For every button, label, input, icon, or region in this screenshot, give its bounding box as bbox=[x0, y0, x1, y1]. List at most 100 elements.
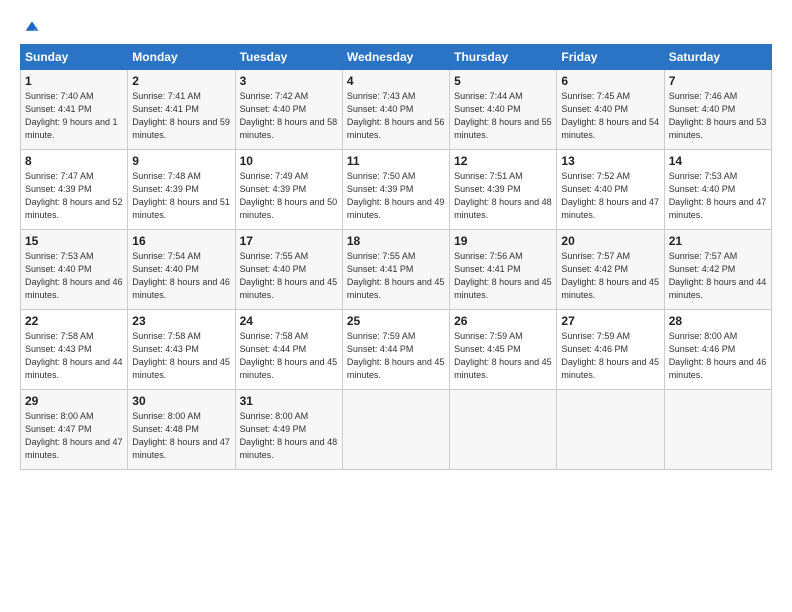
day-info: Sunrise: 7:41 AMSunset: 4:41 PMDaylight:… bbox=[132, 91, 230, 140]
day-number: 4 bbox=[347, 74, 445, 88]
day-info: Sunrise: 8:00 AMSunset: 4:49 PMDaylight:… bbox=[240, 411, 338, 460]
calendar-cell: 22 Sunrise: 7:58 AMSunset: 4:43 PMDayligh… bbox=[21, 310, 128, 390]
day-info: Sunrise: 8:00 AMSunset: 4:47 PMDaylight:… bbox=[25, 411, 123, 460]
day-number: 2 bbox=[132, 74, 230, 88]
calendar-cell: 4 Sunrise: 7:43 AMSunset: 4:40 PMDaylight… bbox=[342, 70, 449, 150]
day-info: Sunrise: 7:59 AMSunset: 4:45 PMDaylight:… bbox=[454, 331, 552, 380]
day-info: Sunrise: 7:48 AMSunset: 4:39 PMDaylight:… bbox=[132, 171, 230, 220]
calendar-cell: 14 Sunrise: 7:53 AMSunset: 4:40 PMDayligh… bbox=[664, 150, 771, 230]
day-info: Sunrise: 7:58 AMSunset: 4:43 PMDaylight:… bbox=[25, 331, 123, 380]
page: SundayMondayTuesdayWednesdayThursdayFrid… bbox=[0, 0, 792, 612]
day-number: 6 bbox=[561, 74, 659, 88]
day-info: Sunrise: 8:00 AMSunset: 4:48 PMDaylight:… bbox=[132, 411, 230, 460]
logo-icon bbox=[24, 18, 40, 34]
calendar-cell bbox=[342, 390, 449, 470]
day-info: Sunrise: 7:45 AMSunset: 4:40 PMDaylight:… bbox=[561, 91, 659, 140]
calendar-cell: 21Sunrise: 7:57 AMSunset: 4:42 PMDayligh… bbox=[664, 230, 771, 310]
weekday-header-thursday: Thursday bbox=[450, 45, 557, 70]
day-info: Sunrise: 7:52 AMSunset: 4:40 PMDaylight:… bbox=[561, 171, 659, 220]
logo bbox=[20, 18, 40, 34]
calendar-cell: 30 Sunrise: 8:00 AMSunset: 4:48 PMDayligh… bbox=[128, 390, 235, 470]
calendar-cell: 20 Sunrise: 7:57 AMSunset: 4:42 PMDayligh… bbox=[557, 230, 664, 310]
calendar-cell: 9 Sunrise: 7:48 AMSunset: 4:39 PMDaylight… bbox=[128, 150, 235, 230]
day-number: 9 bbox=[132, 154, 230, 168]
day-info: Sunrise: 8:00 AMSunset: 4:46 PMDaylight:… bbox=[669, 331, 767, 380]
day-number: 12 bbox=[454, 154, 552, 168]
calendar-cell: 2 Sunrise: 7:41 AMSunset: 4:41 PMDaylight… bbox=[128, 70, 235, 150]
calendar-cell: 31 Sunrise: 8:00 AMSunset: 4:49 PMDayligh… bbox=[235, 390, 342, 470]
calendar-cell: 1 Sunrise: 7:40 AMSunset: 4:41 PMDaylight… bbox=[21, 70, 128, 150]
calendar-cell: 19 Sunrise: 7:56 AMSunset: 4:41 PMDayligh… bbox=[450, 230, 557, 310]
calendar-table: SundayMondayTuesdayWednesdayThursdayFrid… bbox=[20, 44, 772, 470]
day-number: 19 bbox=[454, 234, 552, 248]
day-info: Sunrise: 7:55 AMSunset: 4:41 PMDaylight:… bbox=[347, 251, 445, 300]
day-number: 5 bbox=[454, 74, 552, 88]
calendar-week-row: 15 Sunrise: 7:53 AMSunset: 4:40 PMDayligh… bbox=[21, 230, 772, 310]
weekday-header-friday: Friday bbox=[557, 45, 664, 70]
day-number: 11 bbox=[347, 154, 445, 168]
calendar-cell bbox=[557, 390, 664, 470]
calendar-week-row: 1 Sunrise: 7:40 AMSunset: 4:41 PMDaylight… bbox=[21, 70, 772, 150]
day-info: Sunrise: 7:46 AMSunset: 4:40 PMDaylight:… bbox=[669, 91, 767, 140]
calendar-cell: 17 Sunrise: 7:55 AMSunset: 4:40 PMDayligh… bbox=[235, 230, 342, 310]
calendar-cell: 13 Sunrise: 7:52 AMSunset: 4:40 PMDayligh… bbox=[557, 150, 664, 230]
day-info: Sunrise: 7:57 AMSunset: 4:42 PMDaylight:… bbox=[561, 251, 659, 300]
day-info: Sunrise: 7:53 AMSunset: 4:40 PMDaylight:… bbox=[25, 251, 123, 300]
calendar-cell: 29 Sunrise: 8:00 AMSunset: 4:47 PMDayligh… bbox=[21, 390, 128, 470]
day-number: 13 bbox=[561, 154, 659, 168]
day-number: 3 bbox=[240, 74, 338, 88]
calendar-cell: 16 Sunrise: 7:54 AMSunset: 4:40 PMDayligh… bbox=[128, 230, 235, 310]
day-info: Sunrise: 7:47 AMSunset: 4:39 PMDaylight:… bbox=[25, 171, 123, 220]
day-number: 10 bbox=[240, 154, 338, 168]
day-number: 29 bbox=[25, 394, 123, 408]
calendar-cell bbox=[664, 390, 771, 470]
calendar-cell: 10 Sunrise: 7:49 AMSunset: 4:39 PMDayligh… bbox=[235, 150, 342, 230]
day-number: 24 bbox=[240, 314, 338, 328]
calendar-cell: 11 Sunrise: 7:50 AMSunset: 4:39 PMDayligh… bbox=[342, 150, 449, 230]
calendar-cell: 26 Sunrise: 7:59 AMSunset: 4:45 PMDayligh… bbox=[450, 310, 557, 390]
day-number: 20 bbox=[561, 234, 659, 248]
calendar-cell: 27Sunrise: 7:59 AMSunset: 4:46 PMDayligh… bbox=[557, 310, 664, 390]
day-info: Sunrise: 7:42 AMSunset: 4:40 PMDaylight:… bbox=[240, 91, 338, 140]
day-info: Sunrise: 7:53 AMSunset: 4:40 PMDaylight:… bbox=[669, 171, 767, 220]
day-info: Sunrise: 7:56 AMSunset: 4:41 PMDaylight:… bbox=[454, 251, 552, 300]
calendar-cell: 3 Sunrise: 7:42 AMSunset: 4:40 PMDaylight… bbox=[235, 70, 342, 150]
weekday-header-wednesday: Wednesday bbox=[342, 45, 449, 70]
day-info: Sunrise: 7:59 AMSunset: 4:44 PMDaylight:… bbox=[347, 331, 445, 380]
day-info: Sunrise: 7:57 AMSunset: 4:42 PMDaylight:… bbox=[669, 251, 767, 300]
calendar-week-row: 8 Sunrise: 7:47 AMSunset: 4:39 PMDaylight… bbox=[21, 150, 772, 230]
day-info: Sunrise: 7:59 AMSunset: 4:46 PMDaylight:… bbox=[561, 331, 659, 380]
day-info: Sunrise: 7:50 AMSunset: 4:39 PMDaylight:… bbox=[347, 171, 445, 220]
day-number: 26 bbox=[454, 314, 552, 328]
day-number: 28 bbox=[669, 314, 767, 328]
calendar-week-row: 22 Sunrise: 7:58 AMSunset: 4:43 PMDayligh… bbox=[21, 310, 772, 390]
weekday-header-tuesday: Tuesday bbox=[235, 45, 342, 70]
day-number: 8 bbox=[25, 154, 123, 168]
calendar-cell: 25Sunrise: 7:59 AMSunset: 4:44 PMDayligh… bbox=[342, 310, 449, 390]
weekday-header-monday: Monday bbox=[128, 45, 235, 70]
day-number: 31 bbox=[240, 394, 338, 408]
day-number: 18 bbox=[347, 234, 445, 248]
calendar-cell: 24 Sunrise: 7:58 AMSunset: 4:44 PMDayligh… bbox=[235, 310, 342, 390]
calendar-cell: 23Sunrise: 7:58 AMSunset: 4:43 PMDayligh… bbox=[128, 310, 235, 390]
calendar-cell: 5Sunrise: 7:44 AMSunset: 4:40 PMDaylight… bbox=[450, 70, 557, 150]
day-number: 15 bbox=[25, 234, 123, 248]
day-number: 17 bbox=[240, 234, 338, 248]
calendar-cell: 28 Sunrise: 8:00 AMSunset: 4:46 PMDayligh… bbox=[664, 310, 771, 390]
day-info: Sunrise: 7:58 AMSunset: 4:44 PMDaylight:… bbox=[240, 331, 338, 380]
day-info: Sunrise: 7:43 AMSunset: 4:40 PMDaylight:… bbox=[347, 91, 445, 140]
calendar-cell: 8 Sunrise: 7:47 AMSunset: 4:39 PMDaylight… bbox=[21, 150, 128, 230]
day-number: 14 bbox=[669, 154, 767, 168]
day-number: 16 bbox=[132, 234, 230, 248]
day-info: Sunrise: 7:49 AMSunset: 4:39 PMDaylight:… bbox=[240, 171, 338, 220]
day-number: 30 bbox=[132, 394, 230, 408]
calendar-cell: 12 Sunrise: 7:51 AMSunset: 4:39 PMDayligh… bbox=[450, 150, 557, 230]
weekday-header-sunday: Sunday bbox=[21, 45, 128, 70]
day-info: Sunrise: 7:54 AMSunset: 4:40 PMDaylight:… bbox=[132, 251, 230, 300]
day-number: 22 bbox=[25, 314, 123, 328]
day-info: Sunrise: 7:58 AMSunset: 4:43 PMDaylight:… bbox=[132, 331, 230, 380]
day-number: 1 bbox=[25, 74, 123, 88]
day-info: Sunrise: 7:55 AMSunset: 4:40 PMDaylight:… bbox=[240, 251, 338, 300]
day-info: Sunrise: 7:51 AMSunset: 4:39 PMDaylight:… bbox=[454, 171, 552, 220]
day-info: Sunrise: 7:40 AMSunset: 4:41 PMDaylight:… bbox=[25, 91, 118, 140]
